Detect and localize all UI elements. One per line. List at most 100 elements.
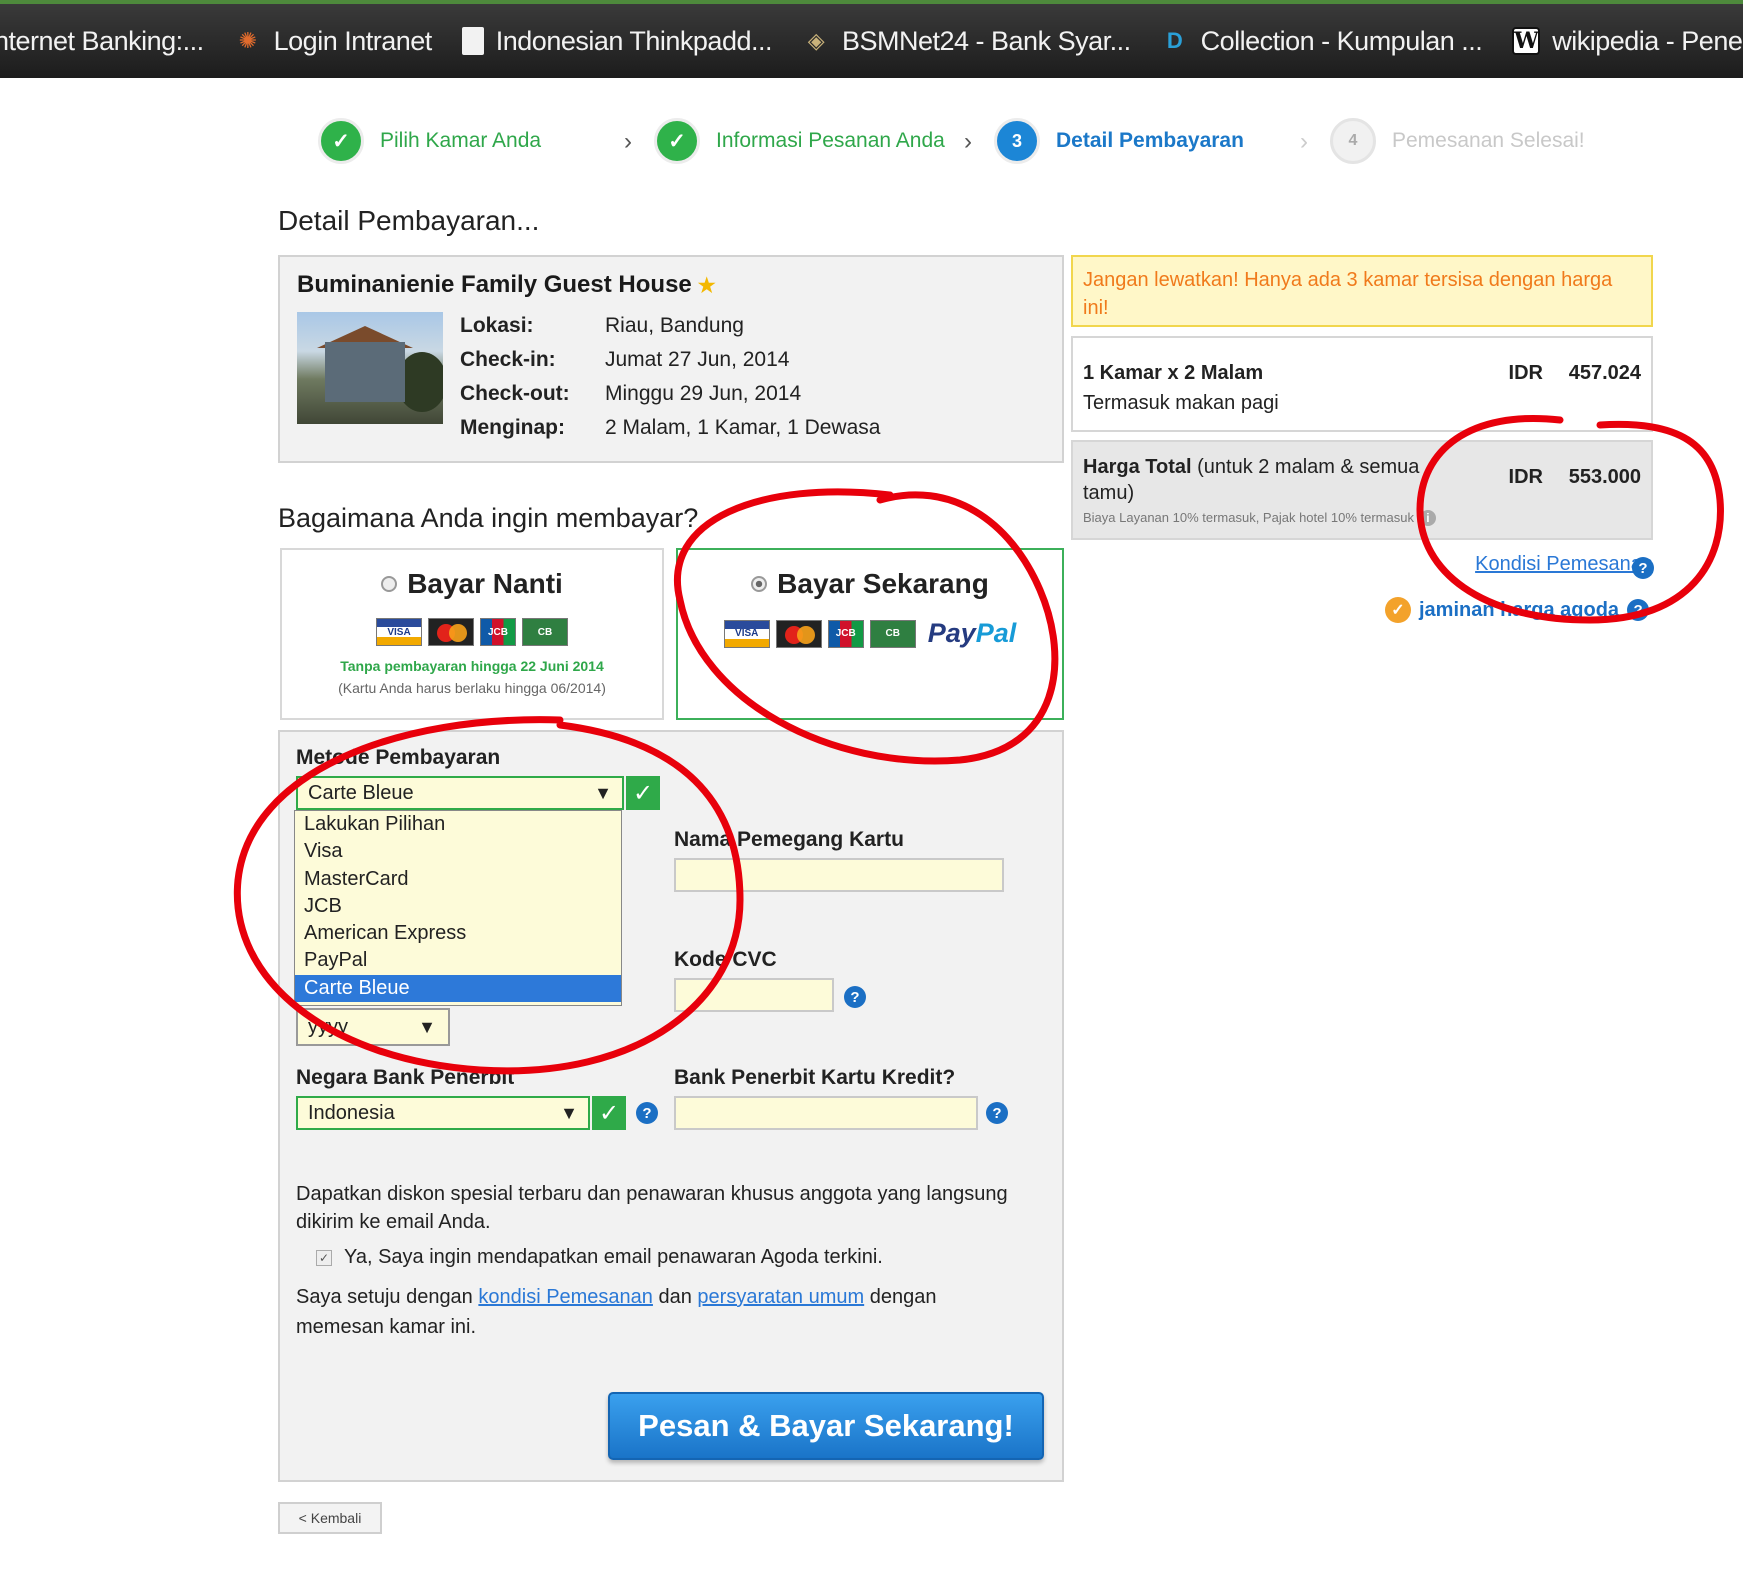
- bookmark-bsmnet[interactable]: ◈ BSMNet24 - Bank Syar...: [802, 26, 1131, 57]
- step-pilih-kamar[interactable]: ✓ Pilih Kamar Anda: [318, 118, 541, 164]
- cvc-input[interactable]: [674, 978, 834, 1012]
- dropdown-option[interactable]: Lakukan Pilihan: [295, 811, 621, 838]
- total-label-bold: Harga Total: [1083, 456, 1192, 478]
- book-and-pay-button[interactable]: Pesan & Bayar Sekarang!: [608, 1392, 1044, 1460]
- booking-conditions-link[interactable]: kondisi Pemesanan: [478, 1286, 653, 1308]
- detail-value: Jumat 27 Jun, 2014: [605, 348, 790, 371]
- detail-key: Lokasi:: [460, 314, 534, 337]
- dropdown-option[interactable]: JCB: [295, 893, 621, 920]
- document-icon: [461, 27, 484, 55]
- bookmark-thinkpad[interactable]: Indonesian Thinkpadd...: [461, 26, 772, 57]
- back-button[interactable]: < Kembali: [278, 1502, 382, 1534]
- room-line-breakfast: Termasuk makan pagi: [1083, 392, 1279, 414]
- total-label-rest: (untuk 2 malam & semua: [1191, 456, 1420, 478]
- pay-later-title: Bayar Nanti: [282, 568, 662, 600]
- step-informasi-pesanan[interactable]: ✓ Informasi Pesanan Anda: [654, 118, 945, 164]
- pay-later-deadline: Tanpa pembayaran hingga 22 Juni 2014: [340, 658, 604, 674]
- general-terms-link[interactable]: persyaratan umum: [697, 1286, 864, 1308]
- wikipedia-icon: W: [1512, 27, 1541, 55]
- carte-bleue-icon: CB: [522, 618, 568, 646]
- card-logos: VISA JCB CB PayPal: [678, 618, 1062, 649]
- newsletter-label: Ya, Saya ingin mendapatkan email penawar…: [344, 1246, 883, 1268]
- mastercard-icon: [428, 618, 474, 646]
- issuing-country-select[interactable]: Indonesia ▼: [296, 1096, 590, 1130]
- cvc-label: Kode CVC: [674, 948, 777, 971]
- step-detail-pembayaran: 3 Detail Pembayaran: [994, 118, 1244, 164]
- check-icon: ✓: [654, 118, 700, 164]
- check-icon: ✓: [318, 118, 364, 164]
- bookmark-wikipedia[interactable]: W wikipedia - Penelusu: [1512, 26, 1743, 57]
- help-icon[interactable]: ?: [1632, 557, 1654, 579]
- bookmark-label: Login Intranet: [273, 25, 433, 56]
- jcb-icon: JCB: [480, 618, 516, 646]
- help-icon[interactable]: ?: [1627, 599, 1650, 621]
- dropdown-option-selected[interactable]: Carte Bleue: [295, 974, 621, 1003]
- newsletter-checkbox[interactable]: ✓: [316, 1249, 332, 1266]
- bookmark-label: BSMNet24 - Bank Syar...: [841, 25, 1131, 56]
- dropdown-arrow-icon: ▼: [594, 783, 612, 803]
- dropdown-option[interactable]: Visa: [295, 838, 621, 865]
- hotel-name-text: Buminanienie Family Guest House: [297, 271, 692, 298]
- help-icon[interactable]: ?: [844, 986, 866, 1008]
- fee-note-text: Biaya Layanan 10% termasuk, Pajak hotel …: [1083, 510, 1414, 525]
- bookmark-label: nternet Banking:...: [0, 25, 204, 56]
- payment-method-dropdown: Lakukan Pilihan Visa MasterCard JCB Amer…: [294, 810, 622, 1006]
- hotel-details: Lokasi: Riau, Bandung Check-in: Jumat 27 J…: [460, 309, 880, 445]
- pay-now-label: Bayar Sekarang: [777, 568, 989, 599]
- step-label: Informasi Pesanan Anda: [716, 129, 945, 152]
- terms-agreement: Saya setuju dengan kondisi Pemesanan dan…: [296, 1282, 996, 1342]
- bookmark-internet-banking[interactable]: nternet Banking:...: [0, 26, 204, 57]
- pay-later-radio[interactable]: [381, 576, 398, 592]
- pay-now-radio[interactable]: [751, 576, 768, 592]
- bookmarks-bar: nternet Banking:... ✺ Login Intranet Ind…: [0, 0, 1743, 78]
- price-guarantee-link[interactable]: ✓ jaminan harga agoda ?: [1385, 597, 1650, 623]
- gear-icon: ✺: [238, 28, 257, 53]
- payment-method-select[interactable]: Carte Bleue ▼: [296, 776, 624, 810]
- step-label: Pemesanan Selesai!: [1392, 129, 1585, 152]
- detail-value: 2 Malam, 1 Kamar, 1 Dewasa: [605, 416, 881, 439]
- help-icon[interactable]: ?: [636, 1102, 658, 1124]
- detail-value: Minggu 29 Jun, 2014: [605, 382, 802, 405]
- total-label-line2: tamu): [1083, 482, 1135, 504]
- pay-now-option[interactable]: Bayar Sekarang VISA JCB CB PayPal: [676, 548, 1064, 720]
- room-price: 457.024: [1568, 362, 1641, 384]
- detail-row: Menginap: 2 Malam, 1 Kamar, 1 Dewasa: [460, 411, 880, 445]
- hotel-name: Buminanienie Family Guest House ★: [297, 271, 716, 299]
- total-label: Harga Total (untuk 2 malam & semua: [1083, 456, 1419, 479]
- issuing-bank-input[interactable]: [674, 1096, 978, 1130]
- check-icon: ✓: [592, 1096, 626, 1130]
- pay-later-label: Bayar Nanti: [407, 568, 563, 599]
- pay-now-title: Bayar Sekarang: [678, 568, 1062, 600]
- carte-bleue-icon: CB: [869, 619, 916, 648]
- diamond-icon: ◈: [807, 28, 825, 53]
- kondisi-pemesanan-link[interactable]: Kondisi Pemesanan: [1475, 553, 1653, 576]
- chevron-right-icon: ›: [964, 128, 972, 155]
- total-currency: IDR: [1508, 466, 1543, 488]
- bookmark-collection[interactable]: D Collection - Kumpulan ...: [1161, 26, 1483, 57]
- fee-note: Biaya Layanan 10% termasuk, Pajak hotel …: [1083, 510, 1436, 526]
- info-icon[interactable]: i: [1419, 510, 1436, 526]
- pay-later-option[interactable]: Bayar Nanti VISA JCB CB Tanpa pembayaran…: [280, 548, 664, 720]
- newsletter-checkbox-row[interactable]: ✓ Ya, Saya ingin mendapatkan email penaw…: [316, 1246, 883, 1269]
- agree-text: Saya setuju dengan: [296, 1286, 479, 1308]
- bookmark-label: wikipedia - Penelusu: [1552, 25, 1743, 56]
- hotel-photo: [297, 312, 443, 424]
- step-number: 3: [994, 118, 1040, 164]
- dropdown-arrow-icon: ▼: [560, 1103, 578, 1123]
- dropdown-option[interactable]: PayPal: [295, 947, 621, 974]
- bookmark-login-intranet[interactable]: ✺ Login Intranet: [234, 25, 433, 57]
- dropdown-option[interactable]: MasterCard: [295, 866, 621, 893]
- expiry-year-select[interactable]: yyyy ▼: [296, 1008, 450, 1046]
- country-label: Negara Bank Penerbit: [296, 1066, 515, 1089]
- guarantee-text: jaminan harga agoda: [1419, 598, 1620, 621]
- dropdown-option[interactable]: American Express: [295, 920, 621, 947]
- detail-row: Check-out: Minggu 29 Jun, 2014: [460, 377, 880, 411]
- help-icon[interactable]: ?: [986, 1102, 1008, 1124]
- chevron-right-icon: ›: [624, 128, 632, 155]
- room-price-box: 1 Kamar x 2 Malam Termasuk makan pagi ID…: [1071, 336, 1653, 432]
- card-holder-input[interactable]: [674, 858, 1004, 892]
- d-logo-icon: D: [1166, 28, 1183, 53]
- check-icon: ✓: [626, 776, 660, 810]
- year-value: yyyy: [308, 1016, 348, 1038]
- total-price: 553.000: [1568, 466, 1641, 488]
